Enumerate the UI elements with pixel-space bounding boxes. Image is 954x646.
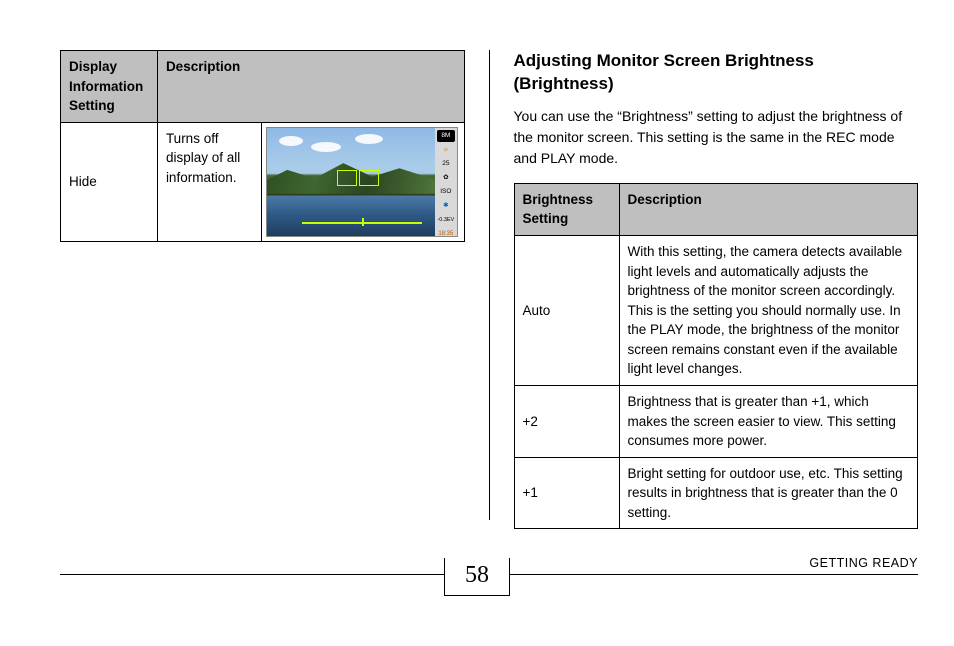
table-row: +2 Brightness that is greater than +1, w… xyxy=(514,385,918,457)
section-heading: Adjusting Monitor Screen Brightness (Bri… xyxy=(514,50,919,96)
brightness-setting-value: +1 xyxy=(514,457,619,529)
table-row: +1 Bright setting for outdoor use, etc. … xyxy=(514,457,918,529)
preview-focus-frame xyxy=(337,170,357,186)
brightness-table: Brightness Setting Description Auto With… xyxy=(514,183,919,529)
footer-section-label: GETTING READY xyxy=(809,556,918,570)
display-info-description-value: Turns off display of all information. xyxy=(157,122,261,241)
display-info-header-setting: Display Information Setting xyxy=(61,51,158,123)
display-info-table: Display Information Setting Description … xyxy=(60,50,465,242)
preview-cloud xyxy=(355,134,383,144)
display-info-header-description: Description xyxy=(157,51,464,123)
camera-preview-image: 8M ☼ 25 ✿ ISO ✱ -0.3EV 18:35 xyxy=(266,127,458,237)
brightness-description-value: With this setting, the camera detects av… xyxy=(619,236,918,386)
display-info-setting-value: Hide xyxy=(61,122,158,241)
brightness-setting-value: +2 xyxy=(514,385,619,457)
camera-ev-value: -0.3EV xyxy=(437,214,455,226)
table-row: Auto With this setting, the camera detec… xyxy=(514,236,918,386)
brightness-setting-value: Auto xyxy=(514,236,619,386)
display-info-preview-cell: 8M ☼ 25 ✿ ISO ✱ -0.3EV 18:35 xyxy=(261,122,464,241)
camera-time-value: 18:35 xyxy=(437,228,455,237)
preview-cloud xyxy=(279,136,303,146)
camera-star-icon: ✱ xyxy=(437,200,455,212)
brightness-header-setting: Brightness Setting xyxy=(514,183,619,235)
camera-badge-resolution: 8M xyxy=(437,130,455,142)
manual-page: Display Information Setting Description … xyxy=(0,0,954,646)
page-number: 58 xyxy=(444,558,510,596)
intro-paragraph: You can use the “Brightness” setting to … xyxy=(514,106,919,169)
preview-cloud xyxy=(311,142,341,152)
camera-info-sidebar: 8M ☼ 25 ✿ ISO ✱ -0.3EV 18:35 xyxy=(435,128,457,236)
page-footer: GETTING READY 58 xyxy=(0,564,954,628)
brightness-header-description: Description xyxy=(619,183,918,235)
table-row: Hide Turns off display of all informatio… xyxy=(61,122,465,241)
camera-remaining-shots: 25 xyxy=(437,158,455,170)
brightness-description-value: Bright setting for outdoor use, etc. Thi… xyxy=(619,457,918,529)
camera-mode-icon: ✿ xyxy=(437,172,455,184)
left-column: Display Information Setting Description … xyxy=(60,50,489,520)
right-column: Adjusting Monitor Screen Brightness (Bri… xyxy=(489,50,919,520)
camera-sun-icon: ☼ xyxy=(437,144,455,156)
preview-bottom-indicator xyxy=(302,220,422,226)
camera-iso-label: ISO xyxy=(437,186,455,198)
preview-focus-frame xyxy=(359,170,379,186)
content-columns: Display Information Setting Description … xyxy=(0,0,954,520)
brightness-description-value: Brightness that is greater than +1, whic… xyxy=(619,385,918,457)
